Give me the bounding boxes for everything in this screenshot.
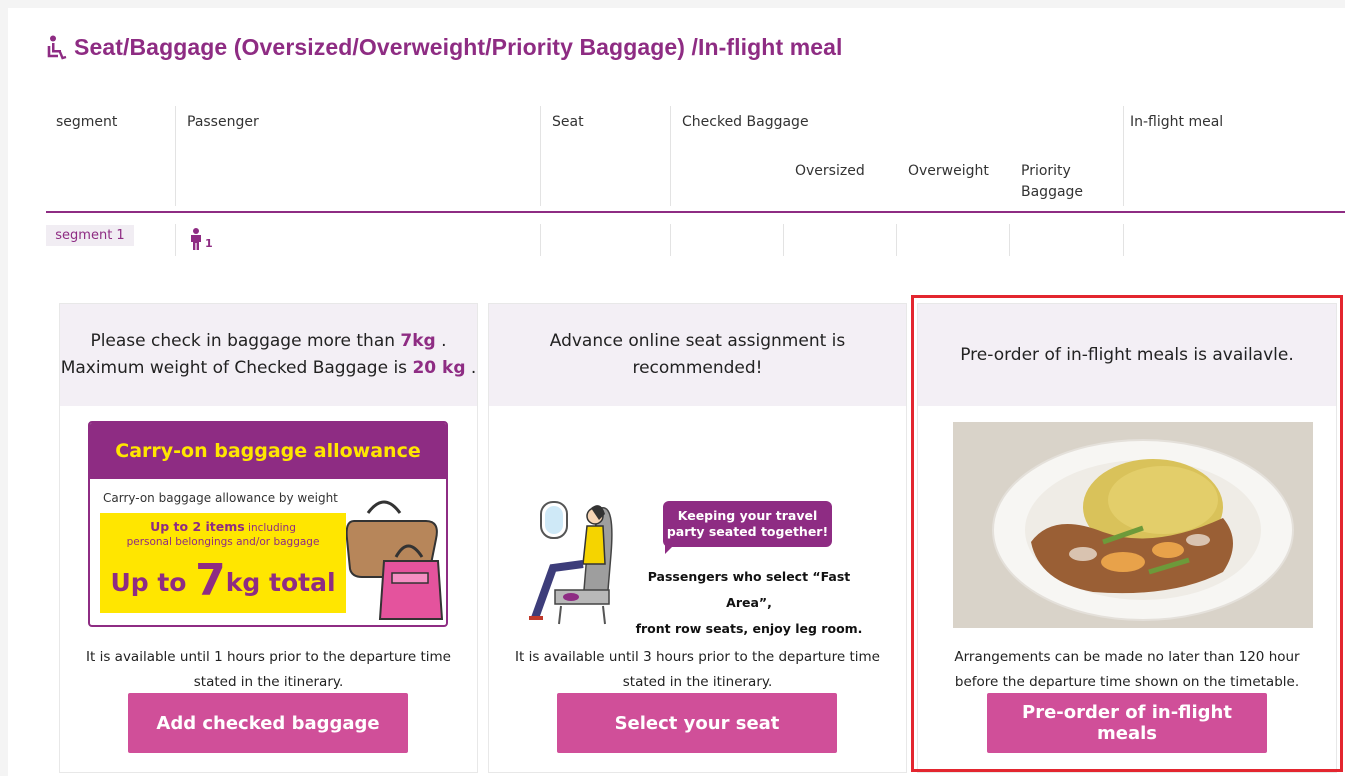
col-header-seat: Seat bbox=[552, 114, 584, 130]
header-bottom-rule bbox=[46, 211, 1345, 213]
fast-area-line1: Passengers who select “Fast Area”, bbox=[647, 569, 851, 610]
baggage-head-text: . bbox=[465, 358, 477, 378]
carry-on-total-number: 7 bbox=[195, 555, 226, 606]
header-divider bbox=[540, 106, 541, 206]
row-divider bbox=[1009, 224, 1010, 256]
col-header-checked-baggage: Checked Baggage bbox=[682, 114, 809, 130]
seat-card-header: Advance online seat assignment is recomm… bbox=[489, 304, 906, 406]
top-frame bbox=[0, 0, 1345, 8]
row-divider bbox=[175, 224, 176, 256]
page-title: Seat/Baggage (Oversized/Overweight/Prior… bbox=[74, 34, 843, 60]
highlight-box bbox=[911, 295, 1343, 772]
baggage-note-line2: stated in the itinerary. bbox=[193, 674, 344, 690]
carry-on-items-main: Up to 2 items bbox=[150, 519, 245, 534]
carry-on-total-prefix: Up to bbox=[110, 568, 196, 597]
carry-on-allowance-illustration: Carry-on baggage allowance Carry-on bagg… bbox=[88, 421, 448, 627]
wheelchair-icon bbox=[47, 35, 67, 59]
seat-availability-note: It is available until 3 hours prior to t… bbox=[489, 645, 906, 695]
fast-area-line2: front row seats, enjoy leg room. bbox=[635, 621, 863, 636]
carry-on-allowance-box: Up to 2 items including personal belongi… bbox=[100, 513, 346, 613]
carry-on-total-suffix: kg total bbox=[225, 568, 336, 597]
baggage-head-text: Maximum weight of Checked Baggage is bbox=[60, 358, 413, 378]
passenger-cell: 1 bbox=[189, 228, 213, 250]
carry-on-total: Up to 7kg total bbox=[100, 555, 346, 606]
person-icon bbox=[191, 228, 201, 250]
left-frame bbox=[0, 0, 8, 776]
carry-on-items-small: including bbox=[244, 522, 296, 534]
row-divider bbox=[1123, 224, 1124, 256]
seat-card: Advance online seat assignment is recomm… bbox=[488, 303, 907, 773]
col-header-priority-line2: Baggage bbox=[1021, 184, 1084, 200]
seat-head-line2: recommended! bbox=[632, 358, 763, 378]
bubble-line1: Keeping your travel bbox=[677, 508, 818, 523]
seat-note-line1: It is available until 3 hours prior to t… bbox=[515, 649, 880, 665]
passenger-count: 1 bbox=[205, 237, 213, 250]
header-divider bbox=[670, 106, 671, 206]
fast-area-text: Passengers who select “Fast Area”, front… bbox=[629, 564, 869, 642]
col-header-priority: Priority Baggage bbox=[1021, 161, 1083, 203]
bubble-line2: party seated together! bbox=[666, 524, 829, 539]
row-divider bbox=[540, 224, 541, 256]
section-title: Seat/Baggage (Oversized/Overweight/Prior… bbox=[46, 34, 843, 61]
col-header-passenger: Passenger bbox=[187, 114, 259, 130]
bubble-tail bbox=[665, 544, 675, 554]
baggage-note-line1: It is available until 1 hours prior to t… bbox=[86, 649, 451, 665]
select-seat-button[interactable]: Select your seat bbox=[557, 693, 837, 753]
header-divider bbox=[175, 106, 176, 206]
max-weight: 20 kg bbox=[412, 358, 466, 378]
seat-together-bubble: Keeping your travel party seated togethe… bbox=[663, 501, 832, 547]
carry-on-subtitle: Carry-on baggage allowance by weight bbox=[103, 491, 338, 505]
carry-on-items: Up to 2 items including bbox=[100, 519, 346, 534]
row-divider bbox=[783, 224, 784, 256]
seated-passenger-illustration bbox=[529, 501, 613, 625]
header-divider bbox=[1123, 106, 1124, 206]
row-divider bbox=[670, 224, 671, 256]
min-weight: 7kg bbox=[400, 331, 436, 351]
col-header-inflight-meal: In-flight meal bbox=[1130, 114, 1224, 130]
col-header-oversized: Oversized bbox=[795, 163, 865, 179]
baggage-head-text: Please check in baggage more than bbox=[90, 331, 401, 351]
col-header-priority-line1: Priority bbox=[1021, 163, 1071, 179]
col-header-segment: segment bbox=[56, 114, 118, 130]
baggage-head-text: . bbox=[435, 331, 447, 351]
col-header-overweight: Overweight bbox=[908, 163, 989, 179]
segment-badge: segment 1 bbox=[46, 225, 134, 246]
carry-on-title: Carry-on baggage allowance bbox=[90, 423, 446, 479]
seat-head-line1: Advance online seat assignment is bbox=[549, 331, 846, 351]
row-divider bbox=[896, 224, 897, 256]
baggage-card: Please check in baggage more than 7kg . … bbox=[59, 303, 478, 773]
handbag-icon bbox=[346, 500, 444, 620]
seat-note-line2: stated in the itinerary. bbox=[622, 674, 773, 690]
add-checked-baggage-button[interactable]: Add checked baggage bbox=[128, 693, 408, 753]
carry-on-items-line2: personal belongings and/or baggage bbox=[126, 536, 320, 548]
baggage-availability-note: It is available until 1 hours prior to t… bbox=[60, 645, 477, 695]
baggage-card-header: Please check in baggage more than 7kg . … bbox=[60, 304, 477, 406]
